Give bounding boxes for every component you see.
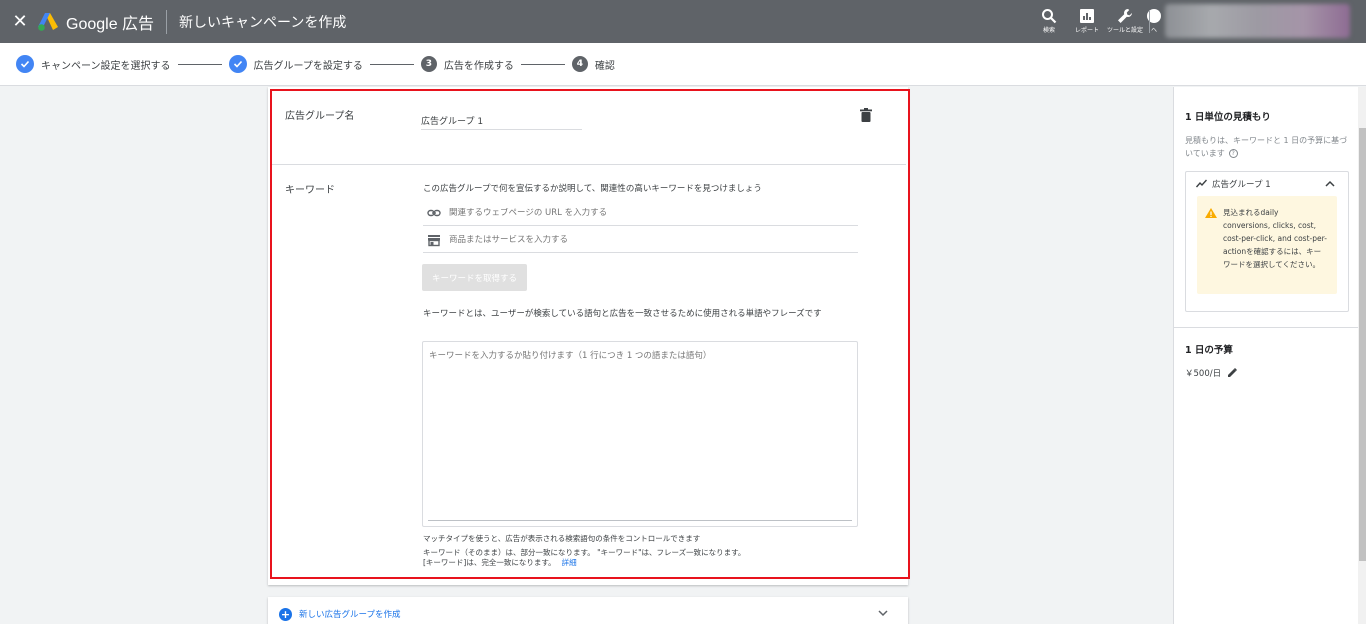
pencil-icon[interactable] bbox=[1227, 367, 1238, 378]
actions-separator bbox=[1149, 11, 1150, 33]
match-type-detail: キーワード（そのまま）は、部分一致になります。 "キーワード"は、フレーズ一致に… bbox=[423, 548, 745, 568]
step-connector bbox=[177, 63, 222, 65]
chevron-down-icon[interactable] bbox=[877, 608, 889, 618]
panel-divider bbox=[1174, 327, 1358, 328]
keywords-explanation: キーワードとは、ユーザーが検索している語句と広告を一致させるために使用される単語… bbox=[423, 309, 822, 319]
report-button[interactable]: レポート bbox=[1068, 0, 1106, 43]
step-review[interactable]: 4 確認 bbox=[571, 56, 615, 72]
url-input[interactable] bbox=[449, 207, 849, 218]
match-type-note: マッチタイプを使うと、広告が表示される検索語句の条件をコントロールできます bbox=[423, 534, 701, 543]
warning-icon bbox=[1205, 208, 1217, 218]
search-label: 検索 bbox=[1042, 27, 1055, 34]
wrench-icon bbox=[1118, 9, 1132, 23]
daily-estimate-title: 1 日単位の見積もり bbox=[1185, 112, 1271, 123]
top-actions: 検索 レポート ツールと設定 ヘ bbox=[1030, 0, 1164, 43]
step-number: 4 bbox=[571, 56, 588, 72]
product-input[interactable] bbox=[449, 234, 849, 245]
match-type-line2-row: [キーワード]は、完全一致になります。 詳細 bbox=[423, 558, 745, 568]
trash-icon[interactable] bbox=[860, 108, 872, 122]
step-label: 広告グループを設定する bbox=[253, 60, 363, 72]
chevron-up-icon[interactable] bbox=[1325, 180, 1335, 187]
search-button[interactable]: 検索 bbox=[1030, 0, 1068, 43]
match-type-line2: [キーワード]は、完全一致になります。 bbox=[423, 558, 556, 567]
get-keywords-button[interactable]: キーワードを取得する bbox=[422, 264, 527, 291]
match-type-line1: キーワード（そのまま）は、部分一致になります。 "キーワード"は、フレーズ一致に… bbox=[423, 548, 746, 557]
ad-group-name-input[interactable] bbox=[421, 112, 582, 130]
keywords-description: この広告グループで何を宣伝するか説明して、関連性の高いキーワードを見つけましょう bbox=[423, 184, 762, 194]
keywords-label: キーワード bbox=[285, 185, 335, 196]
help-button[interactable]: ヘ bbox=[1144, 0, 1164, 43]
textarea-underline bbox=[428, 520, 852, 521]
details-link[interactable]: 詳細 bbox=[562, 558, 577, 567]
add-circle-icon[interactable]: + bbox=[279, 608, 292, 621]
url-field[interactable] bbox=[423, 200, 858, 226]
store-icon bbox=[428, 234, 440, 246]
account-info-blurred[interactable] bbox=[1165, 4, 1350, 38]
daily-budget-value: ￥500/日 bbox=[1185, 369, 1222, 379]
help-label: ヘ bbox=[1150, 27, 1157, 34]
trending-icon bbox=[1196, 179, 1207, 188]
product-field[interactable] bbox=[423, 227, 858, 253]
link-icon bbox=[427, 209, 441, 216]
step-number: 3 bbox=[420, 56, 437, 72]
tools-label: ツールと設定 bbox=[1106, 27, 1143, 34]
section-divider bbox=[272, 164, 906, 165]
tools-button[interactable]: ツールと設定 bbox=[1106, 0, 1144, 43]
campaign-stepper: キャンペーン設定を選択する 広告グループを設定する 3 広告を作成する 4 確認 bbox=[0, 43, 1366, 86]
step-campaign-settings[interactable]: キャンペーン設定を選択する bbox=[16, 55, 171, 73]
page-title: 新しいキャンペーンを作成 bbox=[179, 14, 347, 31]
brand-name: Google 広告 bbox=[66, 15, 155, 33]
step-connector bbox=[520, 63, 565, 65]
daily-budget-title: 1 日の予算 bbox=[1185, 345, 1233, 356]
step-label: キャンペーン設定を選択する bbox=[41, 60, 171, 72]
close-icon[interactable]: ✕ bbox=[2, 0, 38, 43]
daily-estimate-description-text: 見積もりは、キーワードと 1 日の予算に基づいています bbox=[1185, 136, 1348, 158]
step-ad-group[interactable]: 広告グループを設定する bbox=[228, 55, 363, 73]
estimate-group-name[interactable]: 広告グループ 1 bbox=[1212, 178, 1271, 190]
step-connector bbox=[369, 63, 414, 65]
search-icon bbox=[1042, 9, 1057, 24]
new-ad-group-label[interactable]: 新しい広告グループを作成 bbox=[299, 608, 401, 620]
help-circle-icon[interactable]: ? bbox=[1228, 149, 1238, 158]
step-create-ads[interactable]: 3 広告を作成する bbox=[420, 56, 514, 72]
google-ads-logo-icon bbox=[38, 12, 58, 31]
ad-group-name-label: 広告グループ名 bbox=[285, 111, 355, 122]
report-icon bbox=[1080, 9, 1094, 23]
step-label: 広告を作成する bbox=[443, 60, 514, 72]
title-separator bbox=[166, 9, 168, 34]
daily-estimate-description: 見積もりは、キーワードと 1 日の予算に基づいています? bbox=[1185, 134, 1350, 160]
check-icon bbox=[228, 55, 247, 73]
warning-text: 見込まれるdaily conversions, clicks, cost, co… bbox=[1223, 208, 1327, 269]
report-label: レポート bbox=[1074, 27, 1099, 34]
scrollbar-thumb[interactable] bbox=[1359, 128, 1366, 561]
step-label: 確認 bbox=[594, 60, 615, 72]
keywords-textarea[interactable] bbox=[422, 341, 858, 527]
check-icon bbox=[16, 55, 34, 73]
